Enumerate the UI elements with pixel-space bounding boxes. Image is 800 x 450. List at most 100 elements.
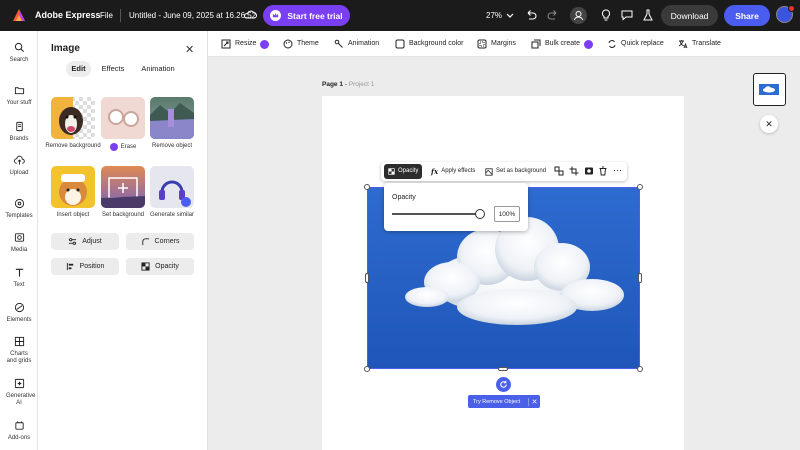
opacity-value-input[interactable]: 100% [494, 206, 520, 222]
close-icon[interactable]: ✕ [185, 43, 194, 56]
resize-tool[interactable]: Resize [221, 31, 270, 57]
resize-handle-right[interactable] [638, 273, 642, 283]
set-as-background-menu-item[interactable]: Set as background [485, 164, 546, 179]
document-title[interactable]: Untitled - June 09, 2025 at 16.26.52 [129, 0, 256, 31]
tool-label: Theme [297, 40, 319, 47]
insert-object-thumbnail[interactable] [51, 166, 95, 208]
tool-label: Bulk create [545, 40, 581, 47]
rail-item-text[interactable]: Text [0, 267, 38, 289]
rail-item-brands[interactable]: Brands [0, 121, 38, 143]
animation-icon [334, 39, 343, 48]
rail-item-search[interactable]: Search [0, 42, 38, 64]
rail-item-add-ons[interactable]: Add-ons [0, 420, 38, 442]
try-remove-object-banner[interactable]: Try Remove Object ✕ [468, 395, 540, 408]
tab-effects[interactable]: Effects [97, 61, 129, 77]
generate-similar-thumbnail[interactable] [150, 166, 194, 208]
resize-handle-left[interactable] [365, 273, 369, 283]
tool-label: Margins [491, 40, 516, 47]
margins-tool[interactable]: Margins [477, 31, 516, 57]
resize-handle-top-left[interactable] [364, 184, 370, 190]
image-icon[interactable] [584, 166, 594, 176]
rotate-handle[interactable] [496, 377, 511, 392]
corner-icon [141, 238, 149, 246]
bulk-create-tool[interactable]: Bulk create [531, 31, 594, 57]
crop-icon[interactable] [569, 166, 579, 176]
rail-item-elements[interactable]: Elements [0, 302, 38, 324]
adjust-button[interactable]: Adjust [51, 233, 119, 250]
premium-icon [260, 39, 270, 49]
rail-item-upload[interactable]: Upload [0, 155, 38, 177]
collaborator-button[interactable] [570, 7, 587, 24]
comment-icon[interactable] [620, 8, 634, 22]
opacity-popover: Opacity 100% [384, 183, 528, 231]
file-menu[interactable]: File [100, 0, 113, 31]
resize-handle-top-right[interactable] [637, 184, 643, 190]
replace-icon[interactable] [554, 166, 564, 176]
templates-icon [14, 198, 24, 209]
page-label[interactable]: Page 1 - Project 1 [322, 81, 374, 88]
apply-effects-menu-item[interactable]: fx Apply effects [431, 164, 475, 179]
menu-label: Opacity [398, 168, 419, 174]
resize-handle-bottom-left[interactable] [364, 366, 370, 372]
text-icon [15, 268, 23, 277]
rail-label: Brands [9, 136, 29, 142]
erase-thumbnail[interactable] [101, 97, 145, 139]
remove-background-thumbnail[interactable] [51, 97, 95, 139]
sliders-icon [69, 238, 77, 245]
position-button[interactable]: Position [51, 258, 119, 275]
opacity-button[interactable]: Opacity [126, 258, 194, 275]
left-rail: Search Your stuff Brands Upload Template… [0, 31, 38, 450]
share-button[interactable]: Share [724, 5, 770, 26]
corners-button[interactable]: Corners [126, 233, 194, 250]
tool-label: Translate [692, 40, 721, 47]
rail-item-templates[interactable]: Templates [0, 198, 38, 220]
upload-icon [13, 155, 25, 165]
resize-handle-bottom-right[interactable] [637, 366, 643, 372]
opacity-slider-handle[interactable] [475, 209, 485, 219]
dog-image [51, 97, 83, 139]
adobe-express-logo-icon[interactable] [12, 8, 26, 22]
user-icon [574, 11, 583, 21]
rail-item-media[interactable]: Media [0, 232, 38, 254]
rail-item-your-stuff[interactable]: Your stuff [0, 85, 38, 107]
chevron-down-icon[interactable] [505, 8, 515, 22]
remove-object-thumbnail[interactable] [150, 97, 194, 139]
flask-icon[interactable] [641, 8, 655, 22]
animation-tool[interactable]: Animation [334, 31, 379, 57]
opacity-menu-item[interactable]: Opacity [384, 164, 423, 179]
delete-icon[interactable] [598, 166, 608, 176]
start-free-trial-button[interactable]: Start free trial [263, 5, 350, 26]
button-label: Position [79, 263, 105, 270]
panel-title: Image [51, 43, 80, 54]
page-thumbnail[interactable] [753, 73, 786, 106]
tab-animation[interactable]: Animation [137, 61, 179, 77]
close-icon[interactable]: ✕ [528, 397, 540, 406]
context-toolbar: Opacity fx Apply effects Set as backgrou… [381, 162, 627, 181]
set-background-thumbnail[interactable] [101, 166, 145, 208]
avatar[interactable] [776, 5, 795, 23]
translate-tool[interactable]: Translate [678, 31, 721, 57]
elements-icon [14, 302, 24, 313]
zoom-level[interactable]: 27% [486, 0, 502, 31]
rail-item-charts-and-grids[interactable]: Charts and grids [0, 336, 38, 365]
quick-replace-tool[interactable]: Quick replace [607, 31, 664, 57]
trial-label: Start free trial [287, 10, 343, 21]
image-panel: Image ✕ Edit Effects Animation Remove ba… [38, 31, 208, 450]
cloud-icon[interactable] [243, 8, 257, 22]
lightbulb-icon[interactable] [599, 8, 613, 22]
tab-edit[interactable]: Edit [66, 61, 91, 77]
redo-icon[interactable] [546, 8, 560, 22]
theme-tool[interactable]: Theme [283, 31, 319, 57]
opacity-slider-track[interactable] [392, 213, 480, 215]
resize-handle-bottom[interactable] [498, 367, 508, 371]
background-color-tool[interactable]: Background color [395, 31, 463, 57]
download-button[interactable]: Download [661, 5, 718, 26]
tool-label: Remove object [151, 143, 193, 149]
undo-icon[interactable] [524, 8, 538, 22]
close-pages-icon[interactable]: ✕ [760, 115, 778, 133]
rail-label: Add-ons [7, 435, 31, 441]
rail-item-generative-ai[interactable]: Generative AI [0, 378, 38, 407]
translate-icon [678, 40, 688, 49]
top-bar: Adobe Express File Untitled - June 09, 2… [0, 0, 800, 31]
more-icon[interactable]: ⋯ [613, 164, 622, 176]
